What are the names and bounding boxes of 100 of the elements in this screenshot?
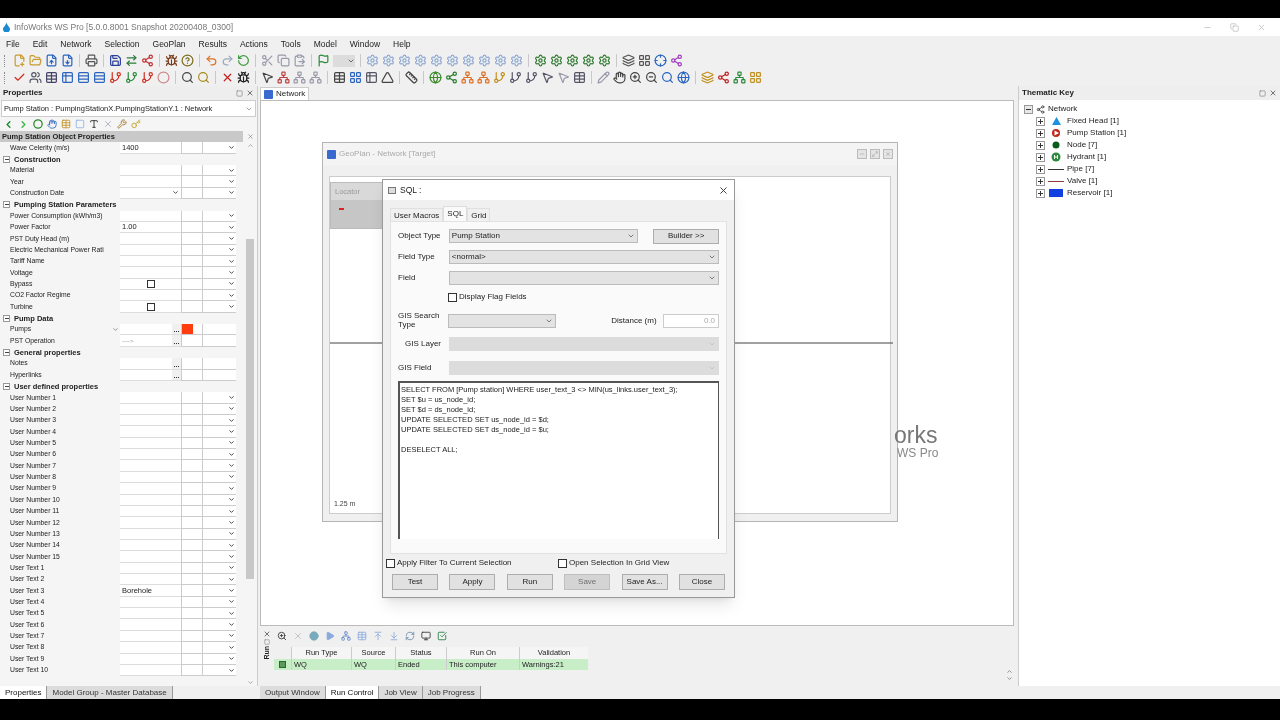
gear-icon[interactable]	[366, 54, 379, 67]
ellipsis-button[interactable]	[172, 324, 181, 335]
unit-field[interactable]	[202, 142, 236, 154]
gear-icon[interactable]	[582, 54, 595, 67]
hand-icon[interactable]	[47, 119, 57, 129]
branch-icon[interactable]	[525, 71, 538, 84]
color-dropdown[interactable]	[333, 54, 355, 67]
unit-field[interactable]	[202, 608, 236, 620]
section-toggle[interactable]	[3, 383, 10, 391]
help-icon[interactable]	[181, 54, 194, 67]
ellipsis-button[interactable]	[172, 369, 181, 380]
dialog-button[interactable]: Save As...	[621, 574, 668, 590]
panel-tab[interactable]: Properties	[0, 686, 48, 699]
tree-toggle[interactable]	[1036, 140, 1045, 150]
unit-field[interactable]	[202, 210, 236, 222]
unit-field[interactable]	[202, 233, 236, 245]
value-field[interactable]	[120, 642, 181, 654]
branch-icon[interactable]	[109, 71, 122, 84]
section-toggle[interactable]	[3, 155, 10, 163]
transfer-icon[interactable]	[125, 54, 138, 67]
panel-tab[interactable]: Job Progress	[422, 686, 481, 699]
menu-item[interactable]: GeoPlan	[152, 37, 186, 51]
value-field[interactable]	[120, 210, 181, 222]
check-icon[interactable]	[13, 71, 26, 84]
pointer-icon[interactable]	[541, 71, 554, 84]
upload-icon[interactable]	[45, 54, 58, 67]
dialog-button[interactable]: Test	[392, 574, 438, 590]
globe-icon[interactable]	[429, 71, 442, 84]
gear-icon[interactable]	[550, 54, 563, 67]
tree-toggle[interactable]	[1036, 116, 1045, 126]
branch-icon[interactable]	[125, 71, 138, 84]
panel-tab[interactable]: Job View	[379, 686, 423, 699]
gear-icon[interactable]	[534, 54, 547, 67]
maximize-icon[interactable]	[870, 149, 880, 159]
close-icon[interactable]	[246, 89, 254, 97]
table-icon[interactable]	[333, 71, 346, 84]
value-field[interactable]	[120, 483, 181, 495]
unit-field[interactable]	[202, 301, 236, 313]
key-icon[interactable]	[131, 119, 141, 129]
tree-item[interactable]: Hydrant [1]	[1067, 151, 1107, 163]
refresh-icon[interactable]	[237, 54, 250, 67]
restore-icon[interactable]	[1259, 89, 1266, 97]
cut-icon[interactable]	[261, 54, 274, 67]
restore-icon[interactable]	[236, 89, 243, 97]
unit-field[interactable]	[202, 358, 236, 370]
scroll-up-icon[interactable]	[1005, 668, 1013, 675]
network-icon[interactable]	[477, 71, 490, 84]
play-icon[interactable]	[325, 630, 335, 641]
scroll-thumb[interactable]	[246, 239, 254, 579]
dialog-button[interactable]: Apply	[449, 574, 496, 590]
gear-icon[interactable]	[510, 54, 523, 67]
new-file-icon[interactable]	[13, 54, 26, 67]
unit-field[interactable]	[202, 369, 236, 381]
ellipsis-button[interactable]	[172, 358, 181, 369]
tree-item[interactable]: Reservoir [1]	[1067, 187, 1113, 199]
unit-field[interactable]	[202, 449, 236, 461]
crosshair-icon[interactable]	[654, 54, 667, 67]
menu-item[interactable]: Results	[198, 37, 227, 51]
gear-icon[interactable]	[398, 54, 411, 67]
tree-toggle[interactable]	[1036, 152, 1045, 162]
value-field[interactable]	[120, 574, 181, 586]
network-icon[interactable]	[733, 71, 746, 84]
checkbox[interactable]	[146, 302, 155, 311]
table-icon[interactable]	[45, 71, 58, 84]
field-type-select[interactable]: <normal>	[448, 250, 719, 264]
bug-icon[interactable]	[165, 54, 178, 67]
refresh-icon[interactable]	[405, 630, 415, 641]
unit-field[interactable]	[202, 653, 236, 665]
bug-icon[interactable]	[237, 71, 250, 84]
minimize-icon[interactable]	[857, 149, 867, 159]
download-icon[interactable]	[61, 54, 74, 67]
value-field[interactable]	[120, 233, 181, 245]
tree-toggle[interactable]	[1036, 128, 1045, 138]
gear-icon[interactable]	[462, 54, 475, 67]
tree-item[interactable]: Network	[1048, 103, 1078, 115]
unit-field[interactable]	[202, 335, 236, 347]
network-icon[interactable]	[277, 71, 290, 84]
restore-icon[interactable]	[264, 639, 270, 645]
grid-icon[interactable]	[638, 54, 651, 67]
object-type-select[interactable]: Pump Station	[448, 229, 639, 243]
unit-field[interactable]	[202, 574, 236, 586]
rows-icon[interactable]	[93, 71, 106, 84]
value-field[interactable]	[120, 165, 181, 177]
search-icon[interactable]	[181, 71, 194, 84]
tab[interactable]: Grid	[467, 208, 491, 221]
save-icon[interactable]	[109, 54, 122, 67]
gear-icon[interactable]	[566, 54, 579, 67]
menu-item[interactable]: File	[6, 37, 20, 51]
menu-item[interactable]: Network	[60, 37, 92, 51]
text-icon[interactable]	[89, 119, 99, 129]
unit-field[interactable]	[202, 267, 236, 279]
value-field[interactable]	[120, 176, 181, 188]
collapse-chevron-icon[interactable]	[112, 326, 119, 334]
unit-field[interactable]	[202, 290, 236, 302]
grid-icon[interactable]	[349, 71, 362, 84]
layers-icon[interactable]	[622, 54, 635, 67]
scroll-down-icon[interactable]	[246, 679, 254, 686]
tree-toggle[interactable]	[1036, 164, 1045, 174]
value-field[interactable]	[120, 619, 181, 631]
unit-field[interactable]	[202, 585, 236, 597]
